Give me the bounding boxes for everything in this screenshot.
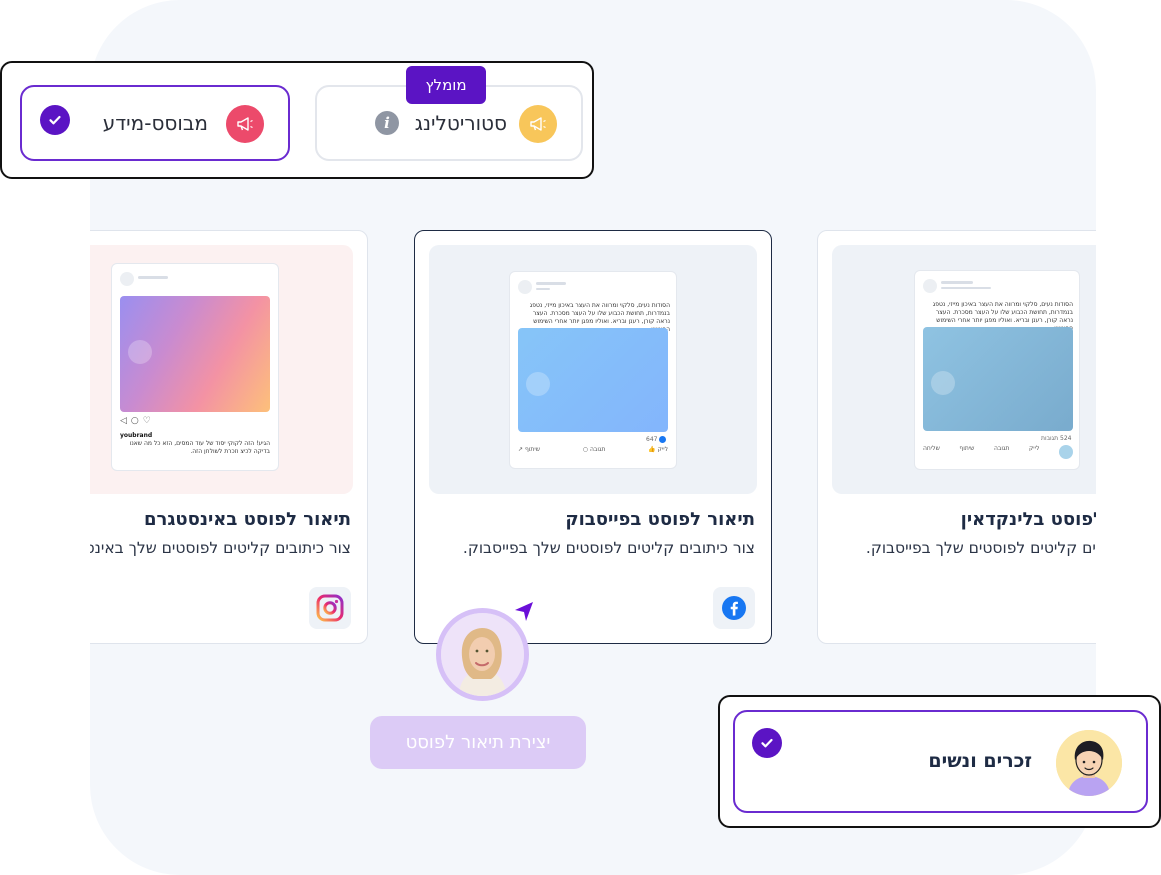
recommended-badge: מומלץ — [406, 66, 486, 104]
card-preview: הסודות נעים, סלקוי ומרווה את העצר באיכון… — [832, 245, 1096, 494]
tone-option-data-driven[interactable]: מבוסס-מידע — [20, 85, 290, 161]
check-icon — [40, 105, 70, 135]
tone-option-label: סטוריטלינג — [414, 111, 507, 135]
card-preview: ♡○◁ youbrand הגיע! הזה לקוקי יסוד של עוד… — [90, 245, 353, 494]
card-description: צור כיתובים קליטים לפוסטים שלך באינסטגרם… — [90, 539, 351, 557]
mock-action-row: שליחה שיתוף תגובה לייק — [923, 445, 1073, 463]
mock-post-image — [120, 296, 270, 412]
card-description: צור כיתובים קליטים לפוסטים שלך בפייסבוק. — [865, 539, 1096, 557]
card-description: צור כיתובים קליטים לפוסטים שלך בפייסבוק. — [462, 539, 755, 557]
check-icon — [752, 728, 782, 758]
audience-label: זכרים ונשים — [928, 750, 1032, 772]
mock-caption: הגיע! הזה לקוקי יסוד של עוד המסים, הזא כ… — [129, 440, 270, 455]
instagram-icon — [316, 594, 344, 622]
card-instagram[interactable]: ♡○◁ youbrand הגיע! הזה לקוקי יסוד של עוד… — [90, 230, 368, 644]
card-facebook[interactable]: הסודות נעים, סלקוי ומרווה את העצר באיכון… — [414, 230, 772, 644]
audience-avatar — [1056, 730, 1122, 796]
mock-post-image — [923, 327, 1073, 431]
megaphone-icon — [226, 105, 264, 143]
facebook-badge — [713, 587, 755, 629]
mock-like-action: 👍 לייק — [648, 446, 668, 453]
mock-avatar — [518, 280, 532, 294]
facebook-icon — [722, 596, 746, 620]
card-title: תיאור לפוסט בלינקדאין — [960, 509, 1096, 530]
audience-option-all[interactable]: זכרים ונשים — [733, 710, 1148, 813]
instagram-badge — [309, 587, 351, 629]
post-type-carousel: הסודות נעים, סלקוי ומרווה את העצר באיכון… — [90, 225, 1096, 650]
card-title: תיאור לפוסט באינסטגרם — [143, 509, 351, 530]
mock-avatar — [923, 279, 937, 293]
mock-avatar — [120, 272, 134, 286]
mock-reactions-count: 524 תגובות — [1041, 435, 1072, 442]
tone-option-label: מבוסס-מידע — [102, 111, 208, 135]
mock-reactions-count: 647 — [646, 436, 667, 443]
linkedin-post-mock: הסודות נעים, סלקוי ומרווה את העצר באיכון… — [914, 270, 1080, 470]
card-title: תיאור לפוסט בפייסבוק — [565, 509, 755, 530]
like-reaction-icon — [659, 436, 667, 443]
megaphone-icon — [519, 105, 557, 143]
app-canvas: הסודות נעים, סלקוי ומרווה את העצר באיכון… — [0, 0, 1161, 875]
info-icon[interactable]: i — [375, 111, 399, 135]
tone-selector: מבוסס-מידע סטוריטלינג i — [0, 61, 594, 179]
instagram-post-mock: ♡○◁ youbrand הגיע! הזה לקוקי יסוד של עוד… — [111, 263, 279, 471]
card-preview: הסודות נעים, סלקוי ומרווה את העצר באיכון… — [429, 245, 757, 494]
mock-post-image — [518, 328, 668, 432]
mock-comment-action: ○ תגובה — [582, 446, 606, 453]
mock-action-row: ↗ שיתוף ○ תגובה 👍 לייק — [518, 446, 668, 460]
facebook-post-mock: הסודות נעים, סלקוי ומרווה את העצר באיכון… — [509, 271, 677, 469]
cursor-icon — [515, 602, 533, 621]
avatar — [436, 608, 529, 701]
card-linkedin[interactable]: הסודות נעים, סלקוי ומרווה את העצר באיכון… — [817, 230, 1096, 644]
mock-share-action: ↗ שיתוף — [518, 446, 540, 453]
audience-selector: זכרים ונשים — [718, 695, 1161, 828]
create-post-description-button[interactable]: יצירת תיאור לפוסט — [370, 716, 586, 769]
mock-action-icons: ♡○◁ — [120, 416, 155, 426]
mock-avatar-small — [1058, 445, 1073, 459]
mock-brand-name: youbrand — [120, 432, 153, 439]
